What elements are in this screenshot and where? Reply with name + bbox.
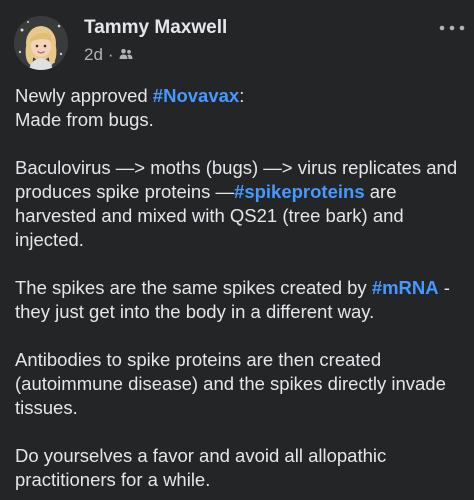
text-line: harvested and mixed with QS21 (tree bark…: [15, 205, 404, 226]
text-line: produces spike proteins —#spikeproteins …: [15, 180, 465, 204]
text-line: injected.: [15, 229, 84, 250]
hashtag-mrna[interactable]: #mRNA: [372, 277, 439, 298]
author-name[interactable]: Tammy Maxwell: [84, 17, 227, 39]
text-line: tissues.: [15, 397, 78, 418]
meta-separator: ·: [107, 45, 114, 64]
text-line: Do yourselves a favor and avoid all allo…: [15, 445, 387, 466]
text-line: (autoimmune disease) and the spikes dire…: [15, 373, 446, 394]
hashtag-novavax[interactable]: #Novavax: [153, 85, 239, 106]
hashtag-spikeproteins[interactable]: #spikeproteins: [234, 181, 365, 202]
avatar[interactable]: [14, 16, 68, 70]
text-line: Newly approved #Novavax:: [15, 84, 465, 108]
text-line: they just get into the body in a differe…: [15, 301, 375, 322]
text-line: The spikes are the same spikes created b…: [15, 276, 465, 300]
post-paragraph: Baculovirus —> moths (bugs) —> virus rep…: [15, 156, 465, 252]
post-paragraph: Do yourselves a favor and avoid all allo…: [15, 444, 465, 492]
more-options-icon[interactable]: [432, 16, 472, 40]
friends-icon[interactable]: [119, 45, 133, 65]
text-span: produces spike proteins —: [15, 181, 235, 202]
post-paragraph: The spikes are the same spikes created b…: [15, 276, 465, 324]
post-body: Newly approved #Novavax: Made from bugs.…: [15, 84, 465, 500]
text-line: Baculovirus —> moths (bugs) —> virus rep…: [15, 157, 458, 178]
post-card: Tammy Maxwell 2d · Newly approved #Novav…: [0, 0, 474, 500]
text-line: practitioners for a while.: [15, 469, 211, 490]
text-span: :: [239, 85, 245, 106]
text-span: -: [438, 277, 450, 298]
post-header: Tammy Maxwell 2d ·: [12, 14, 465, 74]
text-span: The spikes are the same spikes created b…: [15, 277, 372, 298]
text-span: are: [364, 181, 397, 202]
text-line: Made from bugs.: [15, 109, 154, 130]
post-paragraph: Antibodies to spike proteins are then cr…: [15, 348, 465, 420]
text-span: Newly approved: [15, 85, 153, 106]
post-paragraph: Newly approved #Novavax: Made from bugs.: [15, 84, 465, 132]
post-meta: 2d ·: [84, 45, 133, 65]
text-line: Antibodies to spike proteins are then cr…: [15, 349, 382, 370]
post-time[interactable]: 2d: [84, 45, 103, 65]
